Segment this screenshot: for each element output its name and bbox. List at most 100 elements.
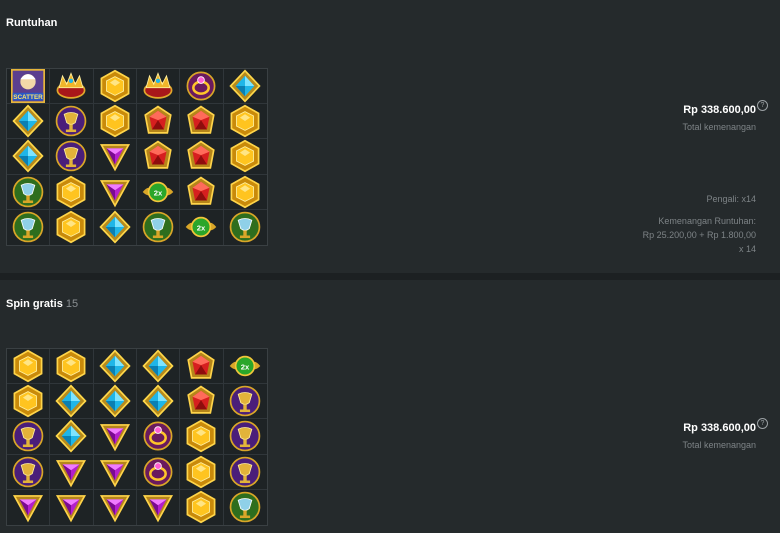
blue-gem-icon — [11, 104, 45, 138]
free-spins-cell-r2-c5 — [180, 384, 224, 420]
red-gem-icon — [184, 104, 218, 138]
gold-hexagon-icon — [228, 104, 262, 138]
red-gem-icon — [184, 384, 218, 418]
cascade-cell-r1-c1: SCATTER — [7, 69, 51, 105]
green-chalice-icon — [141, 210, 175, 244]
free-spins-cell-r3-c2 — [50, 419, 94, 455]
gold-hexagon-icon — [54, 349, 88, 383]
multiplier-2x-icon: 2x — [141, 175, 175, 209]
cascade-cell-r3-c3 — [93, 139, 137, 175]
cascade-cell-r3-c2 — [50, 139, 94, 175]
purple-chalice-icon — [11, 419, 45, 453]
scatter-icon: SCATTER — [11, 69, 46, 104]
crown-icon — [141, 69, 175, 103]
cascade-title: Runtuhan — [6, 17, 57, 29]
red-gem-icon — [184, 349, 218, 383]
svg-text:2x: 2x — [154, 188, 163, 197]
free-spins-cell-r5-c6 — [224, 490, 267, 525]
cascade-cell-r2-c4 — [136, 104, 181, 140]
free-spins-cell-r2-c6 — [223, 384, 267, 420]
cascade-cell-r3-c1 — [7, 139, 51, 175]
purple-chalice-icon — [228, 384, 262, 418]
cascade-cell-r3-c4 — [136, 139, 181, 175]
cascade-cell-r1-c5 — [180, 69, 224, 105]
purple-chalice-icon — [228, 419, 262, 453]
ring-icon — [141, 455, 175, 489]
free-spins-cell-r4-c1 — [7, 454, 51, 490]
cascade-info-icon[interactable]: ? — [757, 100, 768, 111]
free-spins-cell-r4-c2 — [50, 454, 94, 490]
purple-chalice-icon — [54, 139, 88, 173]
cascade-win-details: Kemenangan Runtuhan: Rp 25.200,00 + Rp 1… — [643, 214, 756, 256]
purple-gem-icon — [11, 490, 45, 524]
free-spins-total-win-label: Total kemenangan — [682, 440, 756, 450]
free-spins-cell-r1-c2 — [50, 349, 94, 385]
blue-gem-icon — [54, 419, 88, 454]
cascade-cell-r5-c3 — [94, 209, 137, 245]
cascade-reel-grid: SCATTER 2x 2x — [6, 68, 268, 246]
gold-hexagon-icon — [11, 349, 45, 383]
free-spins-cell-r4-c6 — [223, 455, 267, 490]
free-spins-cell-r3-c5 — [180, 419, 224, 455]
cascade-cell-r4-c4: 2x — [136, 174, 181, 210]
purple-gem-icon — [54, 490, 88, 524]
cascade-cell-r4-c6 — [223, 175, 267, 210]
blue-gem-icon — [98, 210, 132, 244]
purple-chalice-icon — [11, 455, 45, 489]
blue-gem-icon — [141, 349, 175, 383]
free-spins-title: Spin gratis 15 — [6, 298, 78, 310]
blue-gem-icon — [98, 384, 132, 418]
green-chalice-icon — [11, 175, 45, 209]
blue-gem-icon — [98, 349, 132, 383]
cascade-cell-r1-c3 — [93, 69, 137, 105]
gold-hexagon-icon — [228, 139, 262, 173]
cascade-cell-r2-c1 — [7, 104, 51, 140]
gold-hexagon-icon — [54, 175, 88, 209]
ring-icon — [141, 419, 175, 453]
cascade-cell-r2-c2 — [50, 104, 94, 140]
gold-hexagon-icon — [228, 175, 262, 209]
red-gem-icon — [184, 175, 218, 209]
cascade-total-win-label: Total kemenangan — [682, 122, 756, 132]
cascade-cell-r3-c6 — [223, 139, 267, 175]
cascade-cell-r5-c6 — [224, 210, 267, 245]
free-spins-cell-r5-c3 — [94, 489, 137, 525]
free-spins-cell-r3-c1 — [7, 419, 51, 455]
free-spins-cell-r1-c1 — [7, 349, 51, 385]
red-gem-icon — [141, 139, 175, 173]
cascade-total-win-amount: Rp 338.600,00 — [683, 104, 756, 116]
svg-text:2x: 2x — [241, 362, 250, 371]
free-spins-cell-r5-c5 — [180, 489, 224, 525]
free-spins-cell-r2-c3 — [93, 384, 137, 420]
cascade-win-value: Rp 25.200,00 + Rp 1.800,00 — [642, 230, 756, 240]
red-gem-icon — [184, 139, 218, 173]
gold-hexagon-icon — [184, 419, 218, 453]
free-spins-info-icon[interactable]: ? — [757, 418, 768, 429]
blue-gem-icon — [11, 139, 45, 174]
gold-hexagon-icon — [54, 210, 88, 244]
blue-gem-icon — [141, 384, 175, 418]
purple-chalice-icon — [228, 455, 262, 489]
blue-gem-icon — [228, 69, 262, 103]
cascade-cell-r4-c2 — [50, 174, 94, 210]
free-spins-cell-r3-c4 — [136, 419, 181, 455]
gold-hexagon-icon — [98, 104, 132, 138]
free-spins-cell-r5-c2 — [50, 489, 94, 525]
cascade-win-mult: x 14 — [738, 244, 756, 254]
free-spins-cell-r4-c4 — [136, 454, 181, 490]
svg-text:2x: 2x — [197, 224, 206, 233]
ring-icon — [184, 69, 218, 103]
free-spins-total-win-amount: Rp 338.600,00 — [683, 422, 756, 434]
svg-text:SCATTER: SCATTER — [13, 94, 43, 101]
cascade-total-win: Rp 338.600,00 Total kemenangan — [682, 104, 756, 132]
free-spins-cell-r1-c6: 2x — [223, 349, 267, 385]
purple-chalice-icon — [54, 104, 88, 138]
multiplier-2x-icon: 2x — [228, 349, 262, 383]
cascade-cell-r3-c5 — [180, 139, 224, 175]
multiplier-2x-icon: 2x — [184, 210, 218, 244]
green-chalice-icon — [228, 490, 262, 524]
cascade-cell-r5-c5: 2x — [180, 209, 224, 245]
cascade-multiplier: Pengali: x14 — [706, 194, 756, 204]
purple-gem-icon — [98, 490, 132, 524]
free-spins-cell-r3-c3 — [93, 419, 137, 455]
